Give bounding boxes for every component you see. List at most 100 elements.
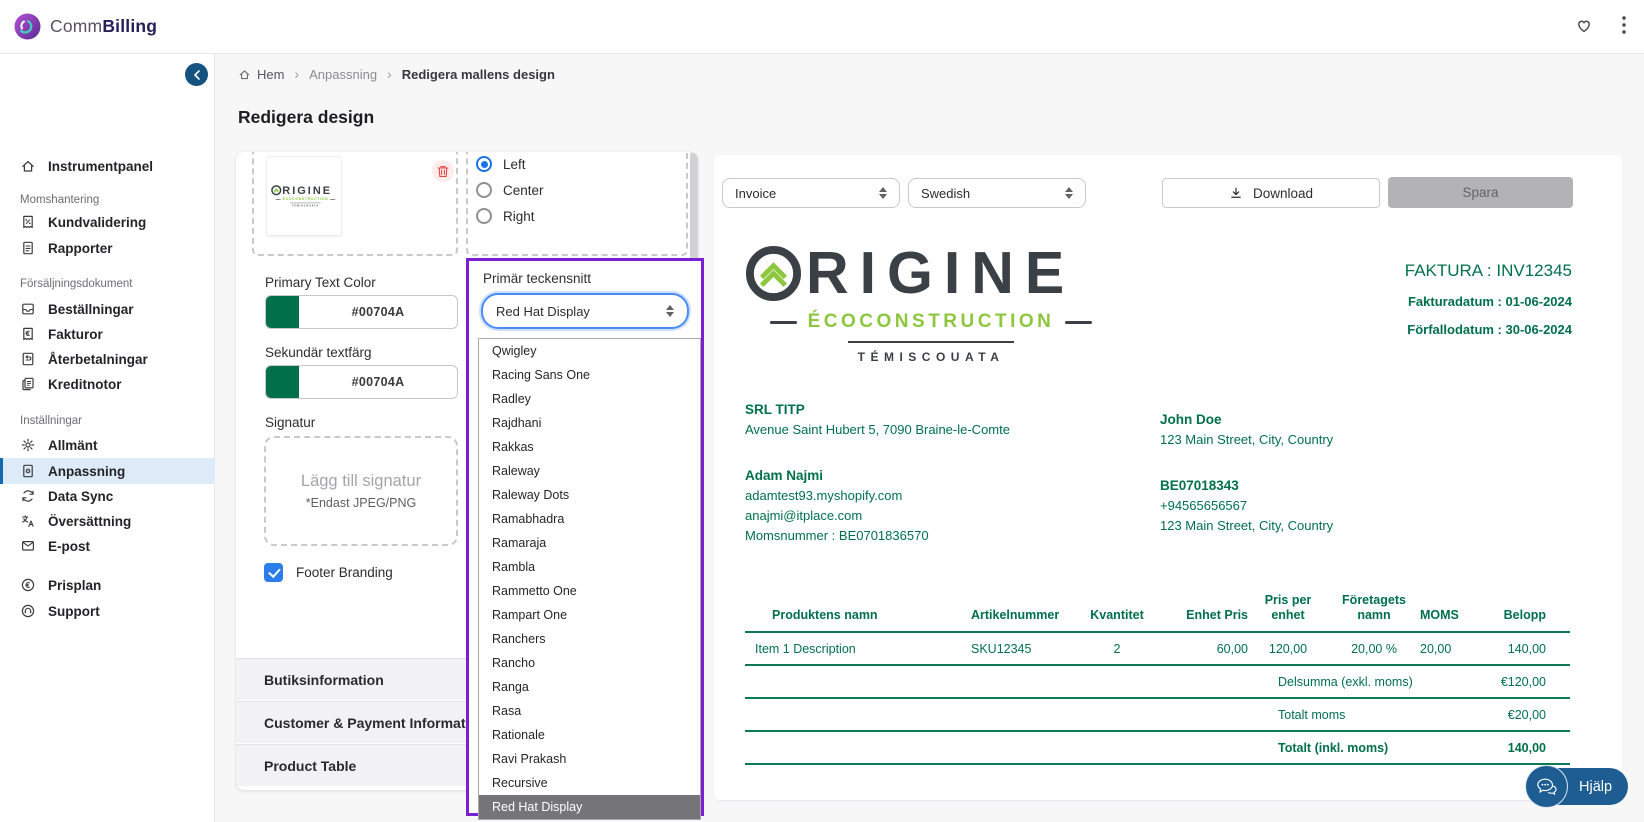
font-option[interactable]: Rammetto One (479, 579, 700, 603)
secondary-color-swatch[interactable] (266, 366, 299, 398)
customer-info-block: John Doe 123 Main Street, City, Country … (1160, 412, 1333, 534)
breadcrumb-home[interactable]: Hem (238, 67, 284, 82)
logo-subtitle: ÉCOCONSTRUCTION (808, 311, 1055, 333)
credit-note-icon (20, 376, 36, 392)
seller-email: anajmi@itplace.com (745, 508, 1010, 524)
align-center-option[interactable]: Center (476, 182, 544, 198)
sidebar-item-aterbetalningar[interactable]: Återbetalningar (0, 346, 215, 372)
origine-o-icon (745, 245, 802, 302)
breadcrumb-separator: › (387, 66, 392, 82)
sidebar-item-kundvalidering[interactable]: Kundvalidering (0, 209, 215, 235)
breadcrumb: Hem › Anpassning › Redigera mallens desi… (238, 66, 555, 82)
sidebar-item-kreditnotor[interactable]: Kreditnotor (0, 371, 215, 397)
top-header: CommBilling (0, 0, 1644, 54)
invoice-due-date: Förfallodatum : 30-06-2024 (1405, 322, 1572, 337)
sidebar-item-epost[interactable]: E-post (0, 533, 215, 559)
font-option[interactable]: Raleway Dots (479, 483, 700, 507)
font-option[interactable]: Ramaraja (479, 531, 700, 555)
invoice-header-block: FAKTURA : INV12345 Fakturadatum : 01-06-… (1405, 261, 1572, 337)
document-type-select[interactable]: Invoice (722, 178, 900, 208)
sidebar-item-instrumentpanel[interactable]: Instrumentpanel (0, 153, 215, 179)
align-right-option[interactable]: Right (476, 208, 535, 224)
font-option[interactable]: Rancho (479, 651, 700, 675)
grand-total-row: Totalt (inkl. moms) 140,00 (745, 741, 1570, 755)
font-option[interactable]: Rakkas (479, 435, 700, 459)
download-button[interactable]: Download (1162, 178, 1380, 208)
customer-address-2: 123 Main Street, City, Country (1160, 518, 1333, 534)
customer-vat: BE07018343 (1160, 478, 1333, 494)
align-left-option[interactable]: Left (476, 156, 526, 172)
select-arrows-icon (1065, 187, 1073, 200)
home-icon (20, 158, 36, 174)
sidebar-item-support[interactable]: Support (0, 598, 215, 624)
font-option[interactable]: Rajdhani (479, 411, 700, 435)
secondary-color-input[interactable]: #00704A (265, 365, 458, 399)
sidebar-item-anpassning[interactable]: Anpassning (0, 458, 215, 484)
font-option[interactable]: Radley (479, 387, 700, 411)
brand-icon (14, 13, 41, 40)
logo-dash (770, 321, 797, 324)
sidebar-item-oversattning[interactable]: Översättning (0, 508, 215, 534)
primary-color-label: Primary Text Color (265, 275, 376, 290)
sidebar-item-bestallningar[interactable]: Beställningar (0, 296, 215, 322)
seller-address: Avenue Saint Hubert 5, 7090 Braine-le-Co… (745, 422, 1010, 438)
sidebar-item-fakturor[interactable]: Fakturor (0, 321, 215, 347)
subtotal-row: Delsumma (exkl. moms) €120,00 (745, 675, 1570, 689)
save-button[interactable]: Spara (1388, 177, 1573, 208)
uploaded-logo-thumbnail[interactable]: RIGINE ÉCOCONSTRUCTION TÉMISCOUATA (266, 156, 342, 236)
help-button[interactable]: Hjälp (1528, 768, 1628, 805)
table-divider (745, 730, 1570, 732)
font-option[interactable]: Rasa (479, 699, 700, 723)
font-option[interactable]: Ranga (479, 675, 700, 699)
delete-logo-button[interactable] (432, 160, 454, 182)
font-select[interactable]: Red Hat Display (481, 293, 689, 329)
total-vat-row: Totalt moms €20,00 (745, 708, 1570, 722)
seller-company: SRL TITP (745, 402, 1010, 418)
font-option[interactable]: Rampart One (479, 603, 700, 627)
chat-icon (1525, 765, 1568, 808)
radio-center[interactable] (476, 182, 492, 198)
favorite-icon[interactable] (1574, 15, 1594, 35)
mail-icon (20, 538, 36, 554)
download-icon (1229, 186, 1243, 200)
breadcrumb-separator: › (294, 66, 299, 82)
font-option[interactable]: Ramabhadra (479, 507, 700, 531)
font-option[interactable]: Raleway (479, 459, 700, 483)
font-option[interactable]: Ravi Prakash (479, 747, 700, 771)
more-menu-icon[interactable] (1622, 16, 1626, 34)
font-option[interactable]: Rationale (479, 723, 700, 747)
sidebar-item-rapporter[interactable]: Rapporter (0, 235, 215, 261)
logo-dash (1065, 321, 1092, 324)
language-select[interactable]: Swedish (908, 178, 1086, 208)
font-option[interactable]: Rambla (479, 555, 700, 579)
page-title: Redigera design (238, 107, 374, 128)
sidebar-item-allmant[interactable]: Allmänt (0, 432, 215, 458)
primary-color-input[interactable]: #00704A (265, 295, 458, 329)
help-label: Hjälp (1579, 779, 1612, 795)
font-option[interactable]: Racing Sans One (479, 363, 700, 387)
font-option[interactable]: Recursive (479, 771, 700, 795)
editor-scrollbar-thumb[interactable] (690, 152, 698, 264)
table-divider (745, 697, 1570, 699)
receipt-percent-icon (20, 214, 36, 230)
sidebar-item-data-sync[interactable]: Data Sync (0, 483, 215, 509)
radio-left[interactable] (476, 156, 492, 172)
sidebar: Instrumentpanel Momshantering Kundvalide… (0, 54, 215, 822)
radio-right[interactable] (476, 208, 492, 224)
app-logo: CommBilling (14, 13, 157, 40)
signature-upload-dropzone[interactable]: Lägg till signatur *Endast JPEG/PNG (264, 436, 458, 546)
font-option[interactable]: Qwigley (479, 339, 700, 363)
primary-color-swatch[interactable] (266, 296, 299, 328)
sidebar-item-prisplan[interactable]: Prisplan (0, 572, 215, 598)
origine-o-icon (271, 185, 282, 196)
sidebar-section-installningar: Inställningar (20, 415, 82, 427)
breadcrumb-anpassning[interactable]: Anpassning (309, 67, 377, 82)
sidebar-collapse-button[interactable] (185, 63, 208, 86)
footer-branding-checkbox[interactable] (264, 563, 283, 582)
sidebar-section-momshantering: Momshantering (20, 194, 99, 206)
origine-logo: RIGINE ÉCOCONSTRUCTION TÉMISCOUATA (745, 245, 1117, 364)
font-option[interactable]: Ranchers (479, 627, 700, 651)
origine-logo-small: RIGINE ÉCOCONSTRUCTION TÉMISCOUATA (271, 185, 340, 207)
orders-icon (20, 301, 36, 317)
font-option-selected[interactable]: Red Hat Display (479, 795, 700, 819)
